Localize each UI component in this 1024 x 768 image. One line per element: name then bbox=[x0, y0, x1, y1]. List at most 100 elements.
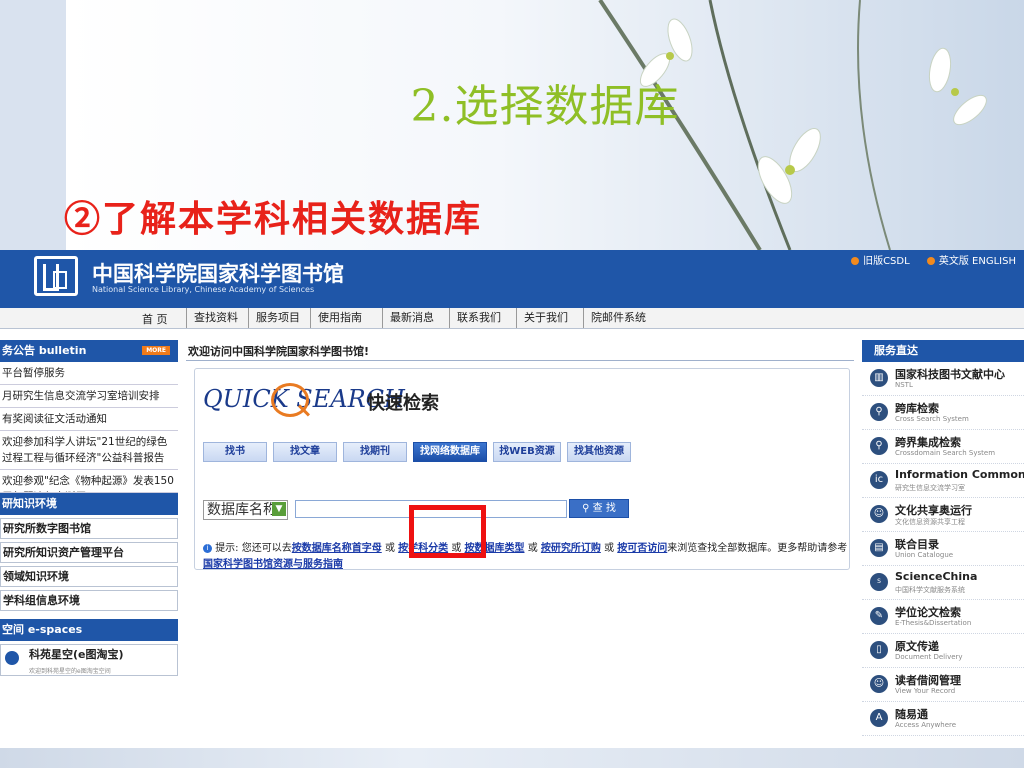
quick-search-panel: QUICK SEARCH 快速检索 找书 找文章 找期刊 找网络数据库 找WEB资源 找其… bbox=[194, 368, 850, 570]
service-subtitle: Document Delivery bbox=[895, 653, 963, 661]
link-by-institute[interactable]: 按研究所订购 bbox=[541, 543, 601, 554]
service-title: 国家科技图书文献中心 bbox=[895, 368, 1005, 381]
service-sciencechina[interactable]: S ScienceChina 中国科学文献服务系统 bbox=[862, 566, 1024, 600]
service-crossdomain[interactable]: ⚲ 跨界集成检索 Crossdomain Search System bbox=[862, 430, 1024, 464]
old-version-link[interactable]: 旧版CSDL bbox=[851, 256, 910, 267]
site-subtitle: National Science Library, Chinese Academ… bbox=[92, 285, 315, 294]
hint-or: 或 bbox=[527, 543, 538, 554]
service-title: Information Commons bbox=[895, 468, 1024, 481]
bulletin-item[interactable]: 有奖阅读征文活动通知 bbox=[0, 408, 178, 431]
library-website-screenshot: 中国科学院国家科学图书馆 National Science Library, C… bbox=[0, 250, 1024, 748]
espace-item[interactable]: 科苑星空(e图淘宝) 欢迎到科苑星空的e图淘宝空间 bbox=[0, 644, 178, 676]
site-header: 中国科学院国家科学图书馆 National Science Library, C… bbox=[0, 250, 1024, 309]
service-subtitle: NSTL bbox=[895, 381, 913, 389]
catalogue-icon: ▤ bbox=[870, 539, 888, 557]
service-title: 文化共享奥运行 bbox=[895, 504, 972, 517]
service-reader-record[interactable]: ☺ 读者借阅管理 View Your Record bbox=[862, 668, 1024, 702]
graduation-cap-icon: ✎ bbox=[870, 607, 888, 625]
nav-contact[interactable]: 联系我们 bbox=[449, 308, 508, 328]
bulletin-item[interactable]: 月研究生信息交流学习室培训安排 bbox=[0, 385, 178, 408]
service-subtitle: 文化信息资源共享工程 bbox=[895, 518, 965, 526]
search-button[interactable]: ⚲ 查 找 bbox=[569, 499, 629, 518]
info-icon: i bbox=[203, 543, 212, 553]
bullet-icon bbox=[926, 257, 935, 265]
tab-find-articles[interactable]: 找文章 bbox=[273, 442, 337, 462]
bulletin-item[interactable]: 平台暂停服务 bbox=[0, 362, 178, 385]
sciencechina-icon: S bbox=[870, 573, 888, 591]
service-title: 学位论文检索 bbox=[895, 606, 961, 619]
left-sidebar: 务公告 bulletin MORE 平台暂停服务 月研究生信息交流学习室培训安排… bbox=[0, 340, 178, 676]
service-thesis[interactable]: ✎ 学位论文检索 E-Thesis&Dissertation bbox=[862, 600, 1024, 634]
top-links: 旧版CSDL 英文版 ENGLISH bbox=[837, 252, 1016, 267]
service-title: ScienceChina bbox=[895, 570, 978, 583]
service-subtitle: View Your Record bbox=[895, 687, 956, 695]
tab-find-databases[interactable]: 找网络数据库 bbox=[413, 442, 487, 462]
service-title: 原文传递 bbox=[895, 640, 939, 653]
document-icon: ▯ bbox=[870, 641, 888, 659]
ic-icon: ic bbox=[870, 471, 888, 489]
knowledge-item[interactable]: 领域知识环境 bbox=[0, 566, 178, 587]
service-subtitle: Crossdomain Search System bbox=[895, 449, 996, 457]
service-title: 随易通 bbox=[895, 708, 928, 721]
hint-or: 或 bbox=[384, 543, 395, 554]
nav-find-resources[interactable]: 查找资料 bbox=[186, 308, 245, 328]
hint-text: 来浏览查找全部数据库。更多帮助请参考 bbox=[667, 543, 848, 554]
nav-user-guide[interactable]: 使用指南 bbox=[310, 308, 369, 328]
tab-find-web[interactable]: 找WEB资源 bbox=[493, 442, 561, 462]
bulletin-item[interactable]: 欢迎参加科学人讲坛"21世纪的绿色过程工程与循环经济"公益科普报告 bbox=[0, 431, 178, 470]
nav-home[interactable]: 首 页 bbox=[142, 311, 168, 327]
service-subtitle: Union Catalogue bbox=[895, 551, 954, 559]
bulletin-item[interactable]: 欢迎参观"纪念《物种起源》发表150周年暨达尔文诞辰200 bbox=[0, 470, 178, 493]
person-icon: ☺ bbox=[870, 505, 888, 523]
tab-find-other[interactable]: 找其他资源 bbox=[567, 442, 631, 462]
link-service-guide[interactable]: 国家科学图书馆资源与服务指南 bbox=[203, 559, 343, 570]
tab-find-books[interactable]: 找书 bbox=[203, 442, 267, 462]
espace-title: 科苑星空(e图淘宝) bbox=[29, 648, 124, 661]
search-hint: i 提示: 您还可以去按数据库名称首字母 或 按学科分类 或 按数据库类型 或 … bbox=[203, 541, 853, 573]
service-subtitle: Access Anywhere bbox=[895, 721, 957, 729]
knowledge-item[interactable]: 研究所数字图书馆 bbox=[0, 518, 178, 539]
knowledge-item[interactable]: 研究所知识资产管理平台 bbox=[0, 542, 178, 563]
person-icon: ☺ bbox=[870, 675, 888, 693]
search-field-select[interactable]: 数据库名称 ▼ bbox=[203, 500, 288, 520]
main-navbar: 首 页 查找资料 服务项目 使用指南 最新消息 联系我们 关于我们 院邮件系统 bbox=[0, 308, 1024, 329]
service-title: 联合目录 bbox=[895, 538, 939, 551]
right-sidebar: 服务直达 ▥ 国家科技图书文献中心 NSTL ⚲ 跨库检索 Cross Search S… bbox=[862, 340, 1024, 736]
library-logo[interactable] bbox=[34, 256, 78, 296]
site-title: 中国科学院国家科学图书馆 bbox=[92, 261, 344, 286]
bulletin-title: 务公告 bulletin bbox=[2, 344, 87, 357]
nav-mail-system[interactable]: 院邮件系统 bbox=[583, 308, 653, 328]
service-culture-share[interactable]: ☺ 文化共享奥运行 文化信息资源共享工程 bbox=[862, 498, 1024, 532]
service-subtitle: Cross Search System bbox=[895, 415, 969, 423]
slide-subtitle: ②了解本学科相关数据库 bbox=[64, 198, 483, 240]
link-by-initial[interactable]: 按数据库名称首字母 bbox=[292, 543, 382, 554]
bulletin-header: 务公告 bulletin MORE bbox=[0, 340, 178, 362]
nav-about[interactable]: 关于我们 bbox=[516, 308, 575, 328]
welcome-text: 欢迎访问中国科学院国家科学图书馆! bbox=[188, 345, 370, 358]
service-cross-search[interactable]: ⚲ 跨库检索 Cross Search System bbox=[862, 396, 1024, 430]
service-nstl[interactable]: ▥ 国家科技图书文献中心 NSTL bbox=[862, 362, 1024, 396]
nav-services[interactable]: 服务项目 bbox=[248, 308, 307, 328]
service-union-catalogue[interactable]: ▤ 联合目录 Union Catalogue bbox=[862, 532, 1024, 566]
slide-bottom-strip bbox=[0, 748, 1024, 768]
chevron-down-icon[interactable]: ▼ bbox=[272, 502, 286, 516]
hint-or: 或 bbox=[604, 543, 615, 554]
service-document-delivery[interactable]: ▯ 原文传递 Document Delivery bbox=[862, 634, 1024, 668]
more-button[interactable]: MORE bbox=[142, 346, 170, 355]
nav-news[interactable]: 最新消息 bbox=[382, 308, 441, 328]
knowledge-item[interactable]: 学科组信息环境 bbox=[0, 590, 178, 611]
services-header: 服务直达 bbox=[862, 340, 1024, 362]
library-icon: ▥ bbox=[870, 369, 888, 387]
slide-title: 2.选择数据库 bbox=[410, 81, 680, 132]
service-title: 跨界集成检索 bbox=[895, 436, 961, 449]
access-icon: A bbox=[870, 709, 888, 727]
espaces-header: 空间 e-spaces bbox=[0, 619, 178, 641]
link-by-access[interactable]: 按可否访问 bbox=[617, 543, 667, 554]
service-information-commons[interactable]: ic Information Commons 研究生信息交流学习室 bbox=[862, 464, 1024, 498]
tab-find-journals[interactable]: 找期刊 bbox=[343, 442, 407, 462]
service-access-anywhere[interactable]: A 随易通 Access Anywhere bbox=[862, 702, 1024, 736]
service-subtitle: 中国科学文献服务系统 bbox=[895, 586, 965, 594]
service-title: 读者借阅管理 bbox=[895, 674, 961, 687]
bullet-icon bbox=[851, 257, 860, 265]
english-link[interactable]: 英文版 ENGLISH bbox=[926, 256, 1016, 267]
